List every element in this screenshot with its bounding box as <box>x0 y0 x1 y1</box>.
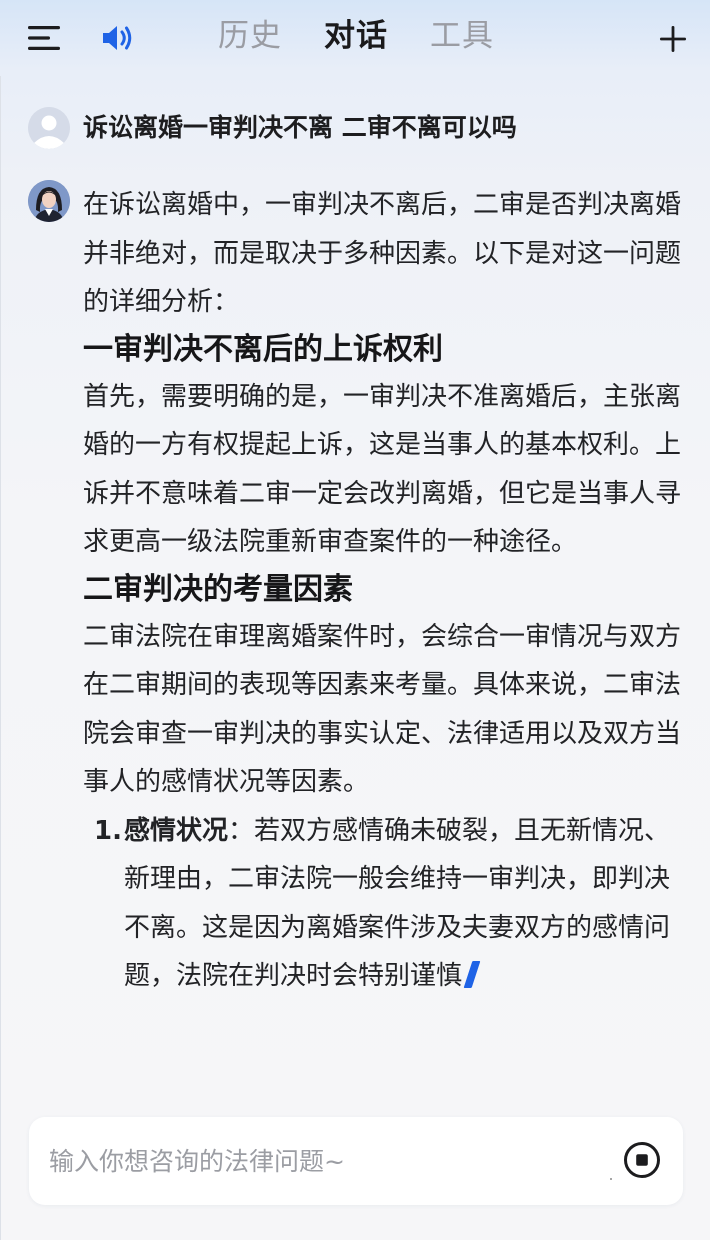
list-item-term: 感情状况 <box>124 815 229 846</box>
section-heading-appeal-rights: 一审判决不离后的上诉权利 <box>83 331 443 367</box>
answer-intro: 在诉讼离婚中，一审判决不离后，二审是否判决离婚并非绝对，而是取决于多种因素。以下… <box>83 190 682 317</box>
assistant-avatar-icon <box>28 180 70 222</box>
chat-screen: 历史 对话 工具 诉讼离婚一审判决不离 二审不离可以吗 在诉讼离婚中，一审判决不… <box>0 0 710 1240</box>
tab-tools[interactable]: 工具 <box>430 16 494 56</box>
tab-bar: 历史 对话 工具 <box>0 0 710 76</box>
tab-chat[interactable]: 对话 <box>324 16 388 56</box>
plus-icon[interactable] <box>656 22 690 56</box>
section-heading-second-instance-factors: 二审判决的考量因素 <box>83 571 353 607</box>
user-message: 诉讼离婚一审判决不离 二审不离可以吗 <box>28 107 688 149</box>
section-body-second-instance-factors: 二审法院在审理离婚案件时，会综合一审情况与双方在二审期间的表现等因素来考量。具体… <box>83 621 682 798</box>
tab-history[interactable]: 历史 <box>218 16 282 56</box>
separator-dot <box>610 1178 612 1180</box>
factor-list: 1. 感情状况：若双方感情确未破裂，且无新情况、新理由，二审法院一般会维持一审判… <box>83 807 683 1001</box>
section-body-appeal-rights: 首先，需要明确的是，一审判决不准离婚后，主张离婚的一方有权提起上诉，这是当事人的… <box>83 381 682 558</box>
user-avatar-icon <box>28 107 70 149</box>
user-question-text: 诉讼离婚一审判决不离 二审不离可以吗 <box>83 113 517 142</box>
list-item: 1. 感情状况：若双方感情确未破裂，且无新情况、新理由，二审法院一般会维持一审判… <box>83 807 683 1001</box>
message-input[interactable] <box>49 1139 589 1183</box>
streaming-cursor-icon <box>463 961 481 988</box>
conversation-panel: 诉讼离婚一审判决不离 二审不离可以吗 在诉讼离婚中，一审判决不离后，二审是否判决… <box>0 76 710 1240</box>
list-item-number: 1. <box>94 815 122 846</box>
assistant-answer: 在诉讼离婚中，一审判决不离后，二审是否判决离婚并非绝对，而是取决于多种因素。以下… <box>83 181 683 1001</box>
top-navigation-bar: 历史 对话 工具 <box>0 0 710 76</box>
message-input-bar <box>29 1117 683 1205</box>
stop-generation-icon[interactable] <box>623 1141 661 1179</box>
